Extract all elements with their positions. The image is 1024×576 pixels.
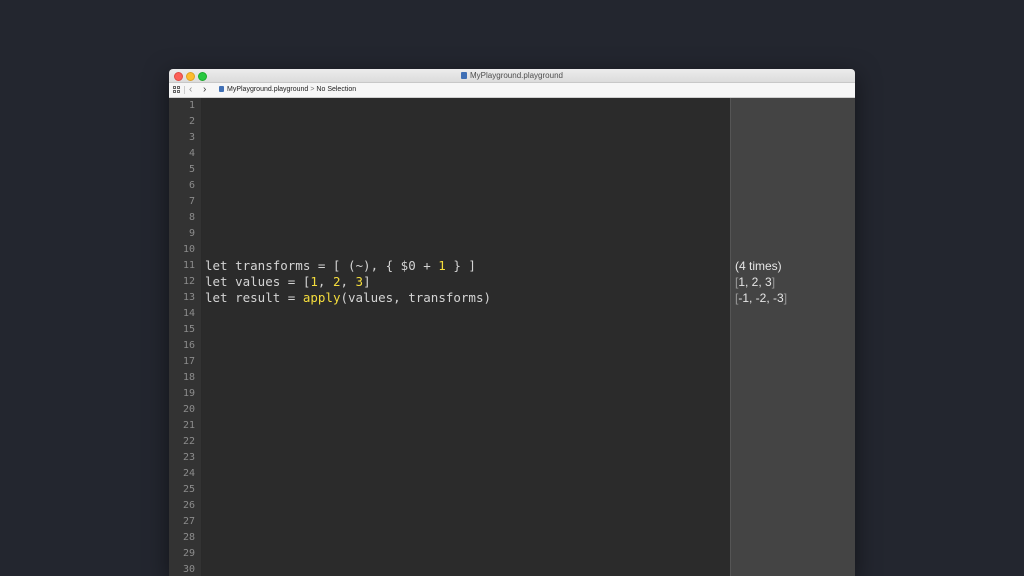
line-number: 26 bbox=[182, 500, 195, 511]
title-bar: MyPlayground.playground bbox=[169, 69, 855, 83]
line-number: 2 bbox=[188, 116, 195, 127]
bracket: ] bbox=[771, 275, 776, 289]
line-number: 15 bbox=[182, 324, 195, 335]
line-number: 13 bbox=[182, 292, 195, 303]
result-value: -1, -2, -3 bbox=[738, 291, 784, 305]
line-number: 4 bbox=[188, 148, 195, 159]
line-number: 1 bbox=[188, 100, 195, 111]
line-number: 27 bbox=[182, 516, 195, 527]
code-text: , bbox=[340, 274, 356, 289]
window-title: MyPlayground.playground bbox=[169, 70, 855, 81]
toolbar-divider bbox=[184, 86, 185, 94]
line-number: 20 bbox=[182, 404, 195, 415]
line-number: 7 bbox=[188, 196, 195, 207]
code-line-12[interactable]: let values = [1, 2, 3] bbox=[205, 274, 371, 290]
line-number: 22 bbox=[182, 436, 195, 447]
navigation-bar: ‹ › MyPlayground.playground > No Selection bbox=[169, 83, 855, 98]
code-text: (values, transforms) bbox=[340, 290, 491, 305]
result-line-13[interactable]: [-1, -2, -3] bbox=[735, 290, 787, 306]
playground-file-icon bbox=[461, 72, 468, 79]
result-line-11[interactable]: (4 times) bbox=[735, 258, 782, 274]
line-number: 25 bbox=[182, 484, 195, 495]
line-number-gutter: 1 2 3 4 5 6 7 8 9 10 11 12 13 14 15 16 1… bbox=[169, 98, 202, 576]
window-title-text: MyPlayground.playground bbox=[470, 71, 563, 80]
function-call: apply bbox=[302, 290, 341, 305]
line-number: 30 bbox=[182, 564, 195, 575]
line-number: 12 bbox=[182, 276, 195, 287]
breadcrumb-selection[interactable]: No Selection bbox=[316, 86, 356, 93]
line-number: 3 bbox=[188, 132, 195, 143]
line-number: 8 bbox=[188, 212, 195, 223]
chevron-left-icon[interactable]: ‹ bbox=[189, 83, 192, 96]
line-number: 24 bbox=[182, 468, 195, 479]
code-text: , bbox=[317, 274, 333, 289]
line-number: 14 bbox=[182, 308, 195, 319]
breadcrumb-separator: > bbox=[310, 86, 315, 93]
line-number: 9 bbox=[188, 228, 195, 239]
line-number: 29 bbox=[182, 548, 195, 559]
line-number: 6 bbox=[188, 180, 195, 191]
line-number: 18 bbox=[182, 372, 195, 383]
code-editor[interactable]: let transforms = [ (~), { $0 + 1 } ] let… bbox=[202, 98, 730, 576]
number-literal: 3 bbox=[355, 274, 364, 289]
code-text: } ] bbox=[445, 258, 476, 273]
result-value: 1, 2, 3 bbox=[738, 275, 772, 289]
code-text: let values = [ bbox=[205, 274, 311, 289]
result-line-12[interactable]: [1, 2, 3] bbox=[735, 274, 775, 290]
breadcrumb: MyPlayground.playground > No Selection bbox=[219, 83, 356, 96]
number-literal: 1 bbox=[310, 274, 318, 289]
chevron-right-icon[interactable]: › bbox=[203, 83, 206, 96]
line-number: 10 bbox=[182, 244, 195, 255]
playground-file-icon bbox=[219, 86, 224, 92]
line-number: 19 bbox=[182, 388, 195, 399]
line-number: 5 bbox=[188, 164, 195, 175]
line-number: 28 bbox=[182, 532, 195, 543]
bracket: ] bbox=[783, 291, 788, 305]
number-literal: 1 bbox=[438, 258, 446, 273]
line-number: 23 bbox=[182, 452, 195, 463]
code-text: ] bbox=[363, 274, 371, 289]
related-items-grid-icon[interactable] bbox=[173, 86, 180, 93]
line-number: 17 bbox=[182, 356, 195, 367]
line-number: 11 bbox=[182, 260, 195, 271]
code-line-11[interactable]: let transforms = [ (~), { $0 + 1 } ] bbox=[205, 258, 476, 274]
line-number: 21 bbox=[182, 420, 195, 431]
playground-window: MyPlayground.playground ‹ › MyPlayground… bbox=[169, 69, 855, 576]
code-text: let transforms = [ (~), { $0 + bbox=[205, 258, 439, 273]
breadcrumb-file[interactable]: MyPlayground.playground bbox=[227, 86, 308, 93]
code-line-13[interactable]: let result = apply(values, transforms) bbox=[205, 290, 491, 306]
line-number: 16 bbox=[182, 340, 195, 351]
code-text: let result = bbox=[205, 290, 303, 305]
results-sidebar: (4 times) [1, 2, 3] [-1, -2, -3] bbox=[730, 98, 855, 576]
